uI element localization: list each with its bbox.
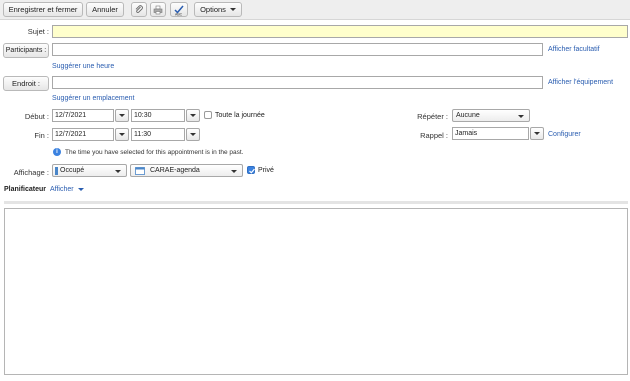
divider — [4, 201, 628, 204]
private-label: Privé — [258, 167, 274, 174]
chevron-down-icon — [229, 8, 236, 11]
suggest-location-link[interactable]: Suggérer un emplacement — [52, 95, 135, 102]
display-label: Affichage : — [13, 168, 49, 177]
start-date-picker[interactable] — [115, 109, 129, 122]
svg-text:ABC: ABC — [175, 12, 183, 16]
start-label: Début : — [24, 112, 49, 121]
location-button[interactable]: Endroit : — [3, 76, 49, 91]
repeat-select[interactable]: Aucune — [452, 109, 530, 122]
subject-input[interactable] — [52, 25, 628, 38]
past-notice: The time you have selected for this appo… — [65, 149, 244, 156]
scheduler-title: Planificateur — [4, 186, 47, 193]
repeat-value: Aucune — [456, 112, 480, 119]
cancel-button[interactable]: Annuler — [86, 2, 124, 17]
calendar-select[interactable]: CARAE-agenda — [130, 164, 243, 177]
print-button[interactable] — [150, 2, 166, 17]
end-time-input[interactable]: 11:30 — [131, 128, 185, 141]
end-label: Fin : — [34, 131, 49, 140]
chevron-down-icon — [534, 132, 540, 135]
show-equipment-link[interactable]: Afficher l'équipement — [548, 79, 613, 86]
busy-indicator — [55, 167, 58, 175]
chevron-down-icon — [518, 115, 524, 118]
info-icon: i — [53, 148, 61, 156]
attach-button[interactable] — [131, 2, 147, 17]
chevron-down-icon — [115, 170, 121, 173]
end-date-input[interactable]: 12/7/2021 — [52, 128, 114, 141]
display-select[interactable]: Occupé — [52, 164, 127, 177]
options-label: Options — [200, 5, 226, 14]
reminder-dropdown[interactable] — [530, 127, 544, 140]
spellcheck-icon: ABC — [174, 5, 184, 16]
start-time-input[interactable]: 10:30 — [131, 109, 185, 122]
calendar-icon — [135, 167, 145, 175]
participants-button[interactable]: Participants : — [3, 43, 49, 58]
toolbar: Enregistrer et fermer Annuler ABC Option… — [0, 0, 630, 20]
checkmark-icon — [249, 168, 255, 174]
spellcheck-button[interactable]: ABC — [170, 2, 188, 17]
chevron-down-icon — [231, 170, 237, 173]
display-value: Occupé — [60, 167, 85, 174]
reminder-label: Rappel : — [420, 131, 448, 140]
start-time-dropdown[interactable] — [186, 109, 200, 122]
save-close-button[interactable]: Enregistrer et fermer — [3, 2, 83, 17]
suggest-time-link[interactable]: Suggérer une heure — [52, 63, 114, 70]
chevron-down-icon — [190, 133, 196, 136]
subject-label: Sujet : — [27, 27, 49, 36]
calendar-value: CARAE-agenda — [150, 167, 200, 174]
participants-input[interactable] — [52, 43, 543, 56]
chevron-down-icon — [77, 188, 84, 191]
scheduler-show-label: Afficher — [50, 186, 74, 193]
scheduler-panel[interactable] — [4, 208, 628, 375]
chevron-down-icon — [119, 114, 125, 117]
all-day-checkbox[interactable] — [204, 111, 212, 119]
start-date-input[interactable]: 12/7/2021 — [52, 109, 114, 122]
scheduler-show-link[interactable]: Afficher — [50, 186, 84, 193]
chevron-down-icon — [119, 133, 125, 136]
show-optional-link[interactable]: Afficher facultatif — [548, 46, 600, 53]
repeat-label: Répéter : — [417, 112, 448, 121]
all-day-label: Toute la journée — [215, 112, 265, 119]
printer-icon — [153, 5, 163, 14]
private-checkbox[interactable] — [247, 166, 255, 174]
reminder-input[interactable]: Jamais — [452, 127, 529, 140]
end-time-dropdown[interactable] — [186, 128, 200, 141]
end-date-picker[interactable] — [115, 128, 129, 141]
chevron-down-icon — [190, 114, 196, 117]
paperclip-icon — [135, 4, 143, 13]
configure-link[interactable]: Configurer — [548, 131, 581, 138]
options-button[interactable]: Options — [194, 2, 242, 17]
location-input[interactable] — [52, 76, 543, 89]
